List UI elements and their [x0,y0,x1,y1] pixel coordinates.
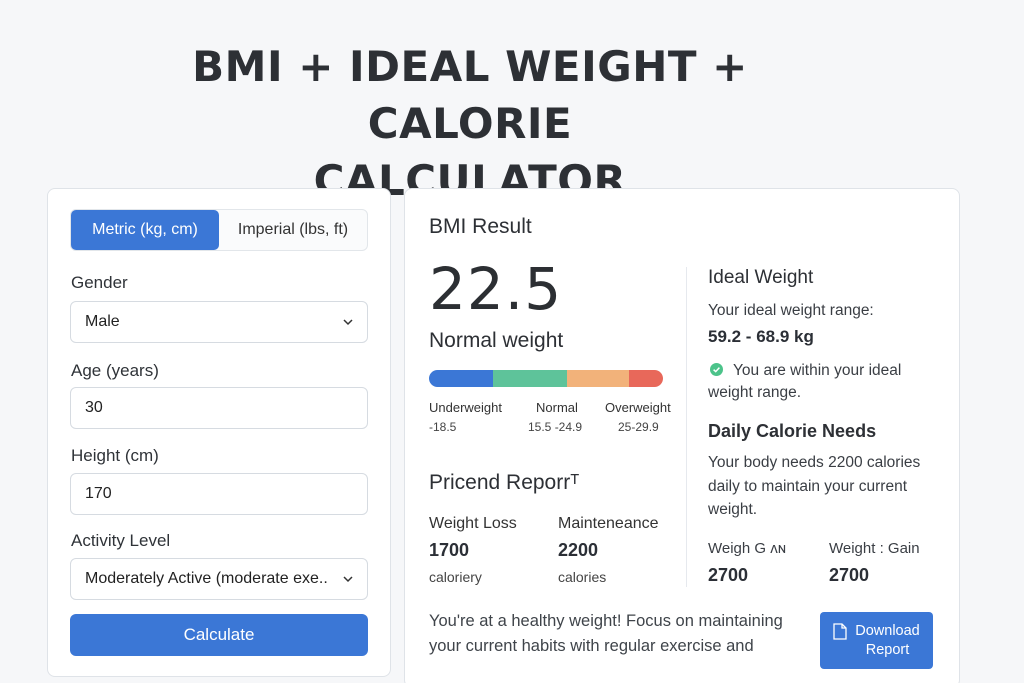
weight-loss-value: 1700 [429,540,470,560]
imperial-option[interactable]: Imperial (lbs, ft) [219,210,367,250]
age-value: 30 [85,399,103,416]
bmi-segment-normal [493,370,567,387]
download-report-button[interactable]: Download Report [820,612,933,669]
chevron-down-icon [343,576,353,583]
summary-text: You're at a healthy weight! Focus on mai… [429,609,809,659]
bmi-segment-obese [629,370,663,387]
bmi-segment-underweight [429,370,493,387]
maintenance-unit: calories [558,569,607,585]
summary-line1: You're at a healthy weight! Focus on mai… [429,612,783,630]
ideal-range-label: Your ideal weight range: [708,302,874,319]
ideal-status-line1: You are within your ideal [733,362,902,379]
weight-gain-value-1: 2700 [708,565,749,585]
gender-select[interactable]: Male [70,301,368,343]
unit-toggle: Metric (kg, cm) Imperial (lbs, ft) [70,209,368,251]
bmi-scale-bar [429,370,663,387]
age-label: Age (years) [71,361,159,380]
activity-label: Activity Level [71,531,171,550]
calculate-button[interactable]: Calculate [70,614,368,656]
gender-label: Gender [71,273,128,292]
bmi-value: 22.5 [429,255,563,323]
calorie-needs-heading: Daily Calorie Needs [708,421,877,441]
result-card: BMI Result 22.5 Normal weight Underweigh… [404,188,960,683]
report-heading: Pricend Reporrᵀ [429,471,580,494]
chevron-down-icon [343,319,353,326]
scale-range-normal: 15.5 -24.9 [528,420,583,434]
download-label-line2: Report [865,641,910,658]
ideal-weight-heading: Ideal Weight [708,267,814,288]
scale-label-underweight: Underweight [429,400,502,415]
weight-loss-label: Weight Loss [429,515,517,532]
height-label: Height (cm) [71,446,159,465]
download-label-line1: Download [855,622,920,639]
ideal-status-line2: weight range. [708,384,802,401]
age-input[interactable]: 30 [70,387,368,429]
scale-label-normal: Normal [536,400,578,415]
weight-gain-label-1: Weigh G ʌɴ [708,540,787,557]
document-icon [833,623,847,640]
bmi-segment-overweight [567,370,629,387]
calorie-text-line1: Your body needs 2200 calories [708,454,921,471]
page-title: BMI + IDEAL WEIGHT + CALORIE CALCULATOR [120,38,820,209]
weight-gain-label-2: Weight : Gain [829,540,920,557]
height-input[interactable]: 170 [70,473,368,515]
column-divider [686,267,687,587]
summary-line2: your current habits with regular exercis… [429,637,754,655]
scale-range-overweight: 25-29.9 [618,420,659,434]
weight-gain-value-2: 2700 [829,565,870,585]
height-value: 170 [85,485,112,502]
scale-label-overweight: Overweight [605,400,671,415]
bmi-category: Normal weight [429,329,564,352]
calorie-text-line2: daily to maintain your current [708,478,908,495]
check-circle-icon [710,363,723,376]
weight-loss-unit: caloriery [429,569,482,585]
input-form-card: Metric (kg, cm) Imperial (lbs, ft) Gende… [47,188,391,677]
page-title-line1: BMI + IDEAL WEIGHT + CALORIE [192,42,748,148]
maintenance-label: Mainteneance [558,515,659,532]
activity-value: Moderately Active (moderate exe.. [85,570,328,587]
ideal-range-value: 59.2 - 68.9 kg [708,327,814,346]
metric-option[interactable]: Metric (kg, cm) [71,210,219,250]
activity-select[interactable]: Moderately Active (moderate exe.. [70,558,368,600]
maintenance-value: 2200 [558,540,599,560]
bmi-result-heading: BMI Result [429,215,532,238]
scale-range-underweight: -18.5 [429,420,457,434]
calorie-text-line3: weight. [708,501,758,518]
gender-value: Male [85,313,120,330]
